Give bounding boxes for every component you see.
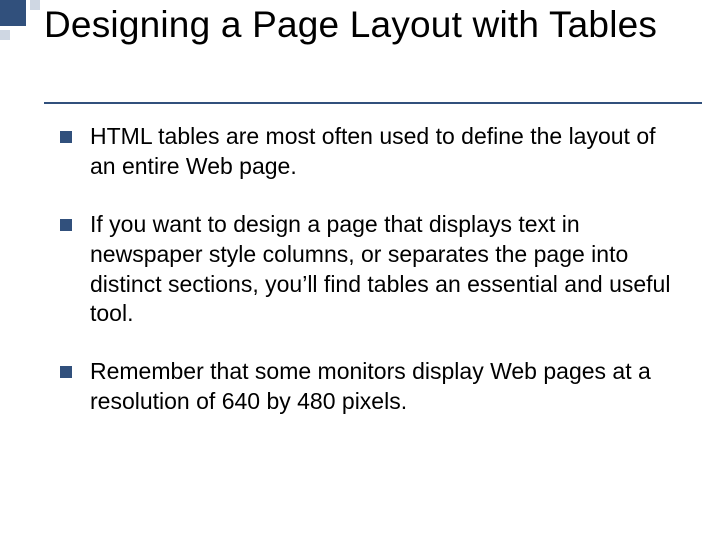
- list-item: Remember that some monitors display Web …: [60, 357, 680, 417]
- square-bullet-icon: [60, 131, 72, 143]
- slide-title: Designing a Page Layout with Tables: [44, 4, 700, 47]
- title-underline: [44, 102, 702, 104]
- decor-square-small-1: [30, 0, 40, 10]
- list-item-text: Remember that some monitors display Web …: [90, 357, 680, 417]
- square-bullet-icon: [60, 219, 72, 231]
- decor-square-small-2: [0, 30, 10, 40]
- list-item-text: If you want to design a page that displa…: [90, 210, 680, 330]
- slide-body: HTML tables are most often used to defin…: [60, 122, 680, 445]
- list-item-text: HTML tables are most often used to defin…: [90, 122, 680, 182]
- square-bullet-icon: [60, 366, 72, 378]
- slide: Designing a Page Layout with Tables HTML…: [0, 0, 720, 540]
- list-item: If you want to design a page that displa…: [60, 210, 680, 330]
- decor-square-large: [0, 0, 26, 26]
- list-item: HTML tables are most often used to defin…: [60, 122, 680, 182]
